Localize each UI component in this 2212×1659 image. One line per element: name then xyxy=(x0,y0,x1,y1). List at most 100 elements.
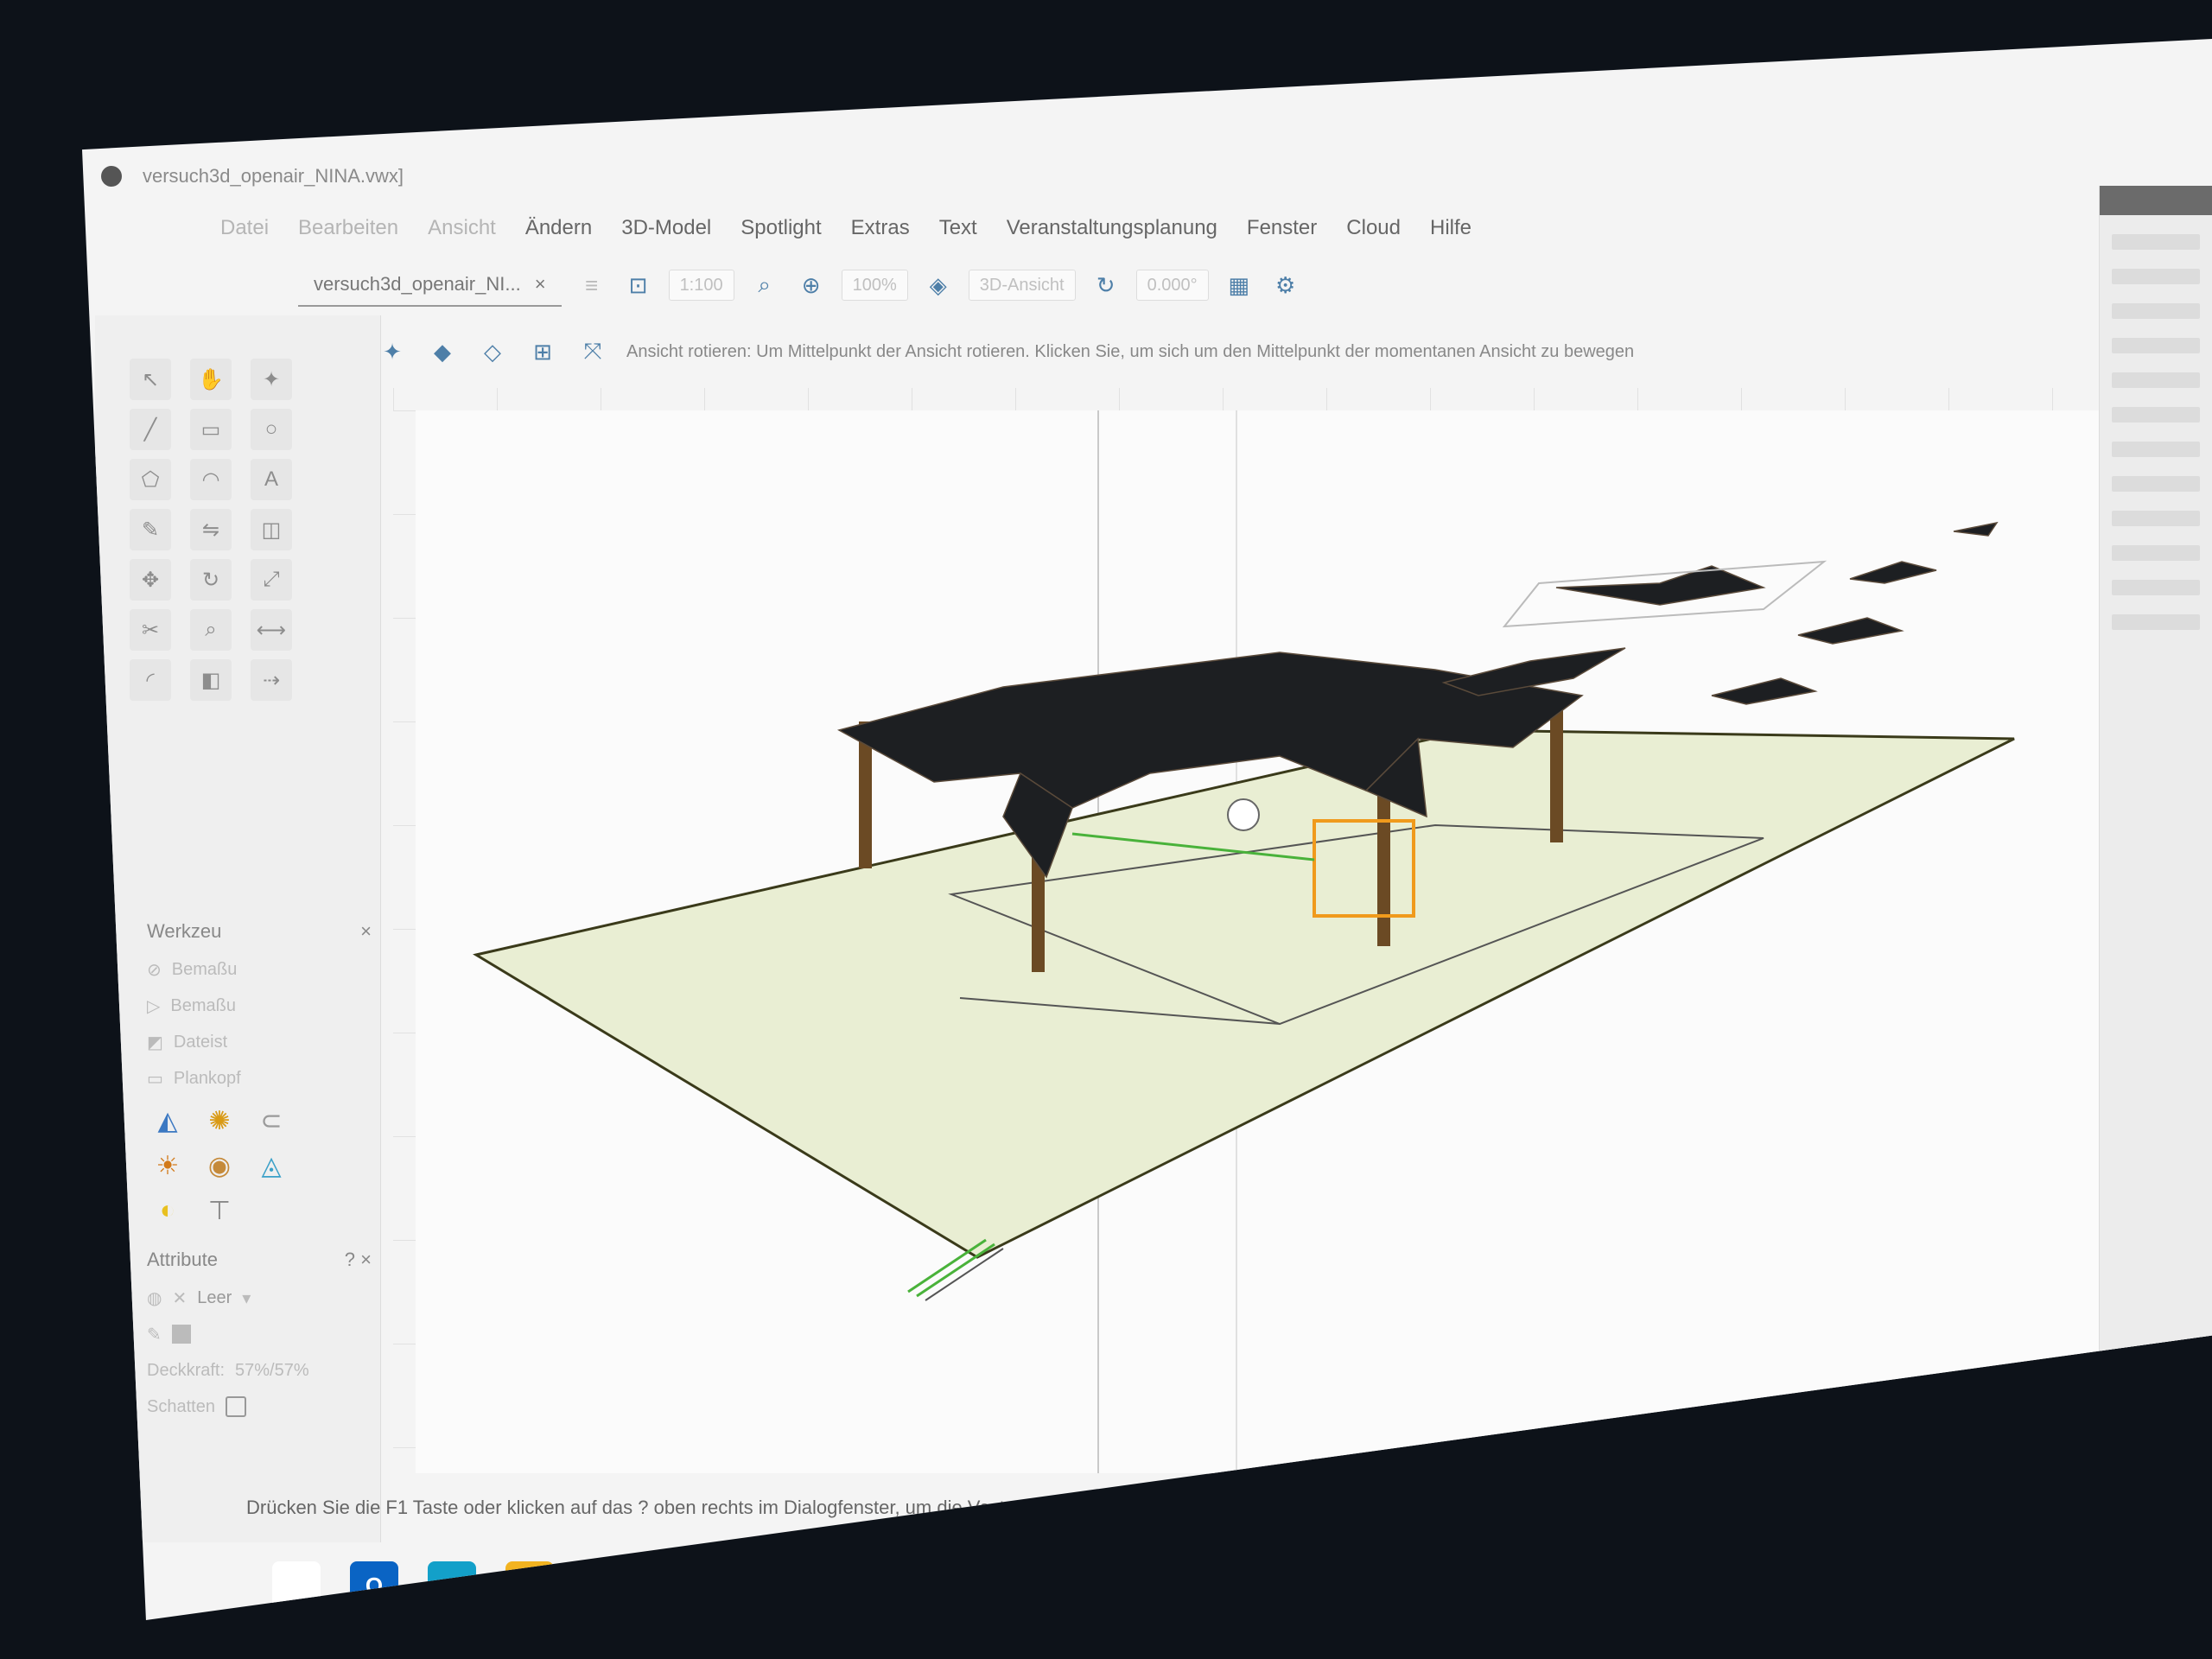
pen-icon[interactable]: ✎ xyxy=(147,1324,162,1345)
dimension-tool-row[interactable]: ⊘ Bemaßu xyxy=(147,951,372,988)
trim-tool-icon[interactable]: ✂ xyxy=(130,609,171,651)
drawing-canvas[interactable] xyxy=(416,410,2209,1473)
view-cube-icon[interactable]: ◈ xyxy=(922,269,955,302)
workspace-tools-panel: Werkzeu × ⊘ Bemaßu ▷ Bemaßu ◩ Dateist ▭ … xyxy=(147,920,372,1230)
sun-tool-icon[interactable]: ☀ xyxy=(147,1147,188,1185)
outlook-icon[interactable]: O xyxy=(350,1561,398,1610)
window-title: versuch3d_openair_NINA.vwx] xyxy=(143,165,404,187)
menu-item-fenster[interactable]: Fenster xyxy=(1247,216,1317,240)
offset-tool-icon[interactable]: ◫ xyxy=(251,509,292,550)
link-tool-icon[interactable]: ⊂ xyxy=(251,1102,292,1140)
pan-tool-icon[interactable]: ✋ xyxy=(190,359,232,400)
opera-icon[interactable]: O xyxy=(817,1561,865,1610)
menu-item-ansicht[interactable]: Ansicht xyxy=(428,216,496,240)
view-toolbar: versuch3d_openair_NI... × ≡ ⊡ 1:100 ⌕ ⊕ … xyxy=(281,255,2212,315)
menu-item-extras[interactable]: Extras xyxy=(851,216,910,240)
shadow-checkbox[interactable] xyxy=(225,1396,246,1417)
rotate-view-icon[interactable]: ↻ xyxy=(1090,269,1122,302)
data-stamp-label: Dateist xyxy=(173,1032,228,1052)
notepad-icon[interactable]: ▯ xyxy=(894,1561,943,1610)
menu-item-datei[interactable]: Datei xyxy=(220,216,269,240)
mode-bar: ✦ ◆ ◇ ⊞ ⤧ Ansicht rotieren: Um Mittelpun… xyxy=(367,315,2212,388)
rotate-tool-small-icon[interactable]: ↻ xyxy=(190,559,232,601)
camera-tool-icon[interactable]: ◭ xyxy=(147,1102,188,1140)
text-tool-icon[interactable]: A xyxy=(251,459,292,500)
menu-item-3d-model[interactable]: 3D-Model xyxy=(621,216,711,240)
scale-field[interactable]: 1:100 xyxy=(668,270,734,301)
render-mode-icon[interactable]: ▦ xyxy=(1223,269,1255,302)
rectangle-tool-icon[interactable]: ▭ xyxy=(190,409,232,450)
menu-item-text[interactable]: Text xyxy=(939,216,977,240)
chevron-down-icon[interactable]: ▾ xyxy=(242,1287,251,1309)
menu-item-bearbeiten[interactable]: Bearbeiten xyxy=(298,216,398,240)
circle-tool-icon[interactable]: ○ xyxy=(251,409,292,450)
close-icon[interactable]: × xyxy=(360,920,372,943)
photos-icon[interactable]: ▲ xyxy=(1050,1561,1098,1618)
illustrator-icon[interactable]: Ai xyxy=(972,1561,1020,1610)
data-stamp-row[interactable]: ◩ Dateist xyxy=(147,1024,372,1060)
eyedropper-tool-icon[interactable]: ✎ xyxy=(130,509,171,550)
word-icon[interactable]: W xyxy=(583,1561,632,1610)
rotate-tool-icon[interactable]: ⤧ xyxy=(576,335,609,368)
roof-fragment xyxy=(1849,561,1937,584)
scale-tool-icon[interactable]: ⤢ xyxy=(251,559,292,601)
windows-start-icon[interactable]: ⊞ xyxy=(272,1561,321,1610)
grid-view-icon[interactable]: ⊞ xyxy=(526,335,559,368)
shadow-row: Schatten xyxy=(147,1389,372,1425)
iso-view-icon[interactable]: ◇ xyxy=(476,335,509,368)
zoom-tool-icon[interactable]: ⌕ xyxy=(190,609,232,651)
title-block-label: Plankopf xyxy=(173,1068,241,1088)
move-tool-icon[interactable]: ✥ xyxy=(130,559,171,601)
line-tool-icon[interactable]: ╱ xyxy=(130,409,171,450)
vectorworks-icon[interactable]: V xyxy=(739,1561,787,1618)
solid-cube-icon[interactable]: ◆ xyxy=(426,335,459,368)
pen-color-swatch[interactable] xyxy=(171,1325,191,1344)
menu-item--ndern[interactable]: Ändern xyxy=(525,216,592,240)
menu-item-hilfe[interactable]: Hilfe xyxy=(1430,216,1471,240)
dimension-tool-row-2[interactable]: ▷ Bemaßu xyxy=(147,988,372,1024)
fillet-tool-icon[interactable]: ◜ xyxy=(130,659,171,701)
texture-tool-icon[interactable]: ◉ xyxy=(199,1147,240,1185)
object-info-palette xyxy=(2099,186,2212,1387)
close-icon[interactable]: × xyxy=(360,1249,372,1270)
excel-icon[interactable]: X xyxy=(661,1561,709,1610)
title-block-icon: ▭ xyxy=(147,1069,163,1089)
settings-icon[interactable]: ⚙ xyxy=(1269,269,1302,302)
measure-tool-icon[interactable]: ⟷ xyxy=(251,609,292,651)
menu-item-cloud[interactable]: Cloud xyxy=(1346,216,1401,240)
view-select[interactable]: 3D-Ansicht xyxy=(968,270,1076,301)
file-explorer-icon[interactable]: ▭ xyxy=(505,1561,554,1610)
fill-bucket-icon[interactable]: ◍ xyxy=(147,1287,162,1309)
ground-markers xyxy=(907,1238,1004,1301)
menu-item-spotlight[interactable]: Spotlight xyxy=(741,216,821,240)
render-tool-icon[interactable]: ◬ xyxy=(251,1147,292,1185)
mirror-tool-icon[interactable]: ⇋ xyxy=(190,509,232,550)
select-tool-icon[interactable]: ↖ xyxy=(130,359,171,400)
layer-icon[interactable]: ≡ xyxy=(575,269,608,302)
edge-icon[interactable]: e xyxy=(428,1561,476,1618)
angle-field[interactable]: 0.000° xyxy=(1135,270,1209,301)
close-tab-icon[interactable]: × xyxy=(535,264,546,305)
marker-line xyxy=(916,1243,995,1298)
dimension-tool-label-2: Bemaßu xyxy=(170,995,236,1015)
scale-icon[interactable]: ⊡ xyxy=(622,269,655,302)
help-icon[interactable]: ? xyxy=(345,1249,355,1270)
walkthrough-tool-icon[interactable]: ⇢ xyxy=(251,659,292,701)
title-block-row[interactable]: ▭ Plankopf xyxy=(147,1060,372,1096)
document-tab[interactable]: versuch3d_openair_NI... × xyxy=(298,264,562,307)
flyover-tool-icon[interactable]: ✦ xyxy=(251,359,292,400)
fill-select[interactable]: Leer xyxy=(197,1288,232,1308)
arc-tool-icon[interactable]: ◠ xyxy=(190,459,232,500)
opacity-value[interactable]: 57%/57% xyxy=(235,1361,309,1381)
no-fill-icon[interactable]: ✕ xyxy=(172,1287,187,1309)
zoom-field[interactable]: 100% xyxy=(841,270,908,301)
attributes-panel: Attribute ? × ◍ ✕ Leer ▾ ✎ Deckkraft: 57… xyxy=(147,1249,372,1425)
zoom-fit-icon[interactable]: ⌕ xyxy=(748,269,781,302)
light-tool-icon[interactable]: ✺ xyxy=(199,1102,240,1140)
truss-tool-icon[interactable]: ⊤ xyxy=(199,1192,240,1230)
menu-item-veranstaltungsplanung[interactable]: Veranstaltungsplanung xyxy=(1007,216,1217,240)
clip-tool-icon[interactable]: ◧ xyxy=(190,659,232,701)
zoom-in-icon[interactable]: ⊕ xyxy=(795,269,828,302)
spotlight-tool-icon[interactable]: ◐ xyxy=(147,1192,188,1230)
polygon-tool-icon[interactable]: ⬠ xyxy=(130,459,171,500)
